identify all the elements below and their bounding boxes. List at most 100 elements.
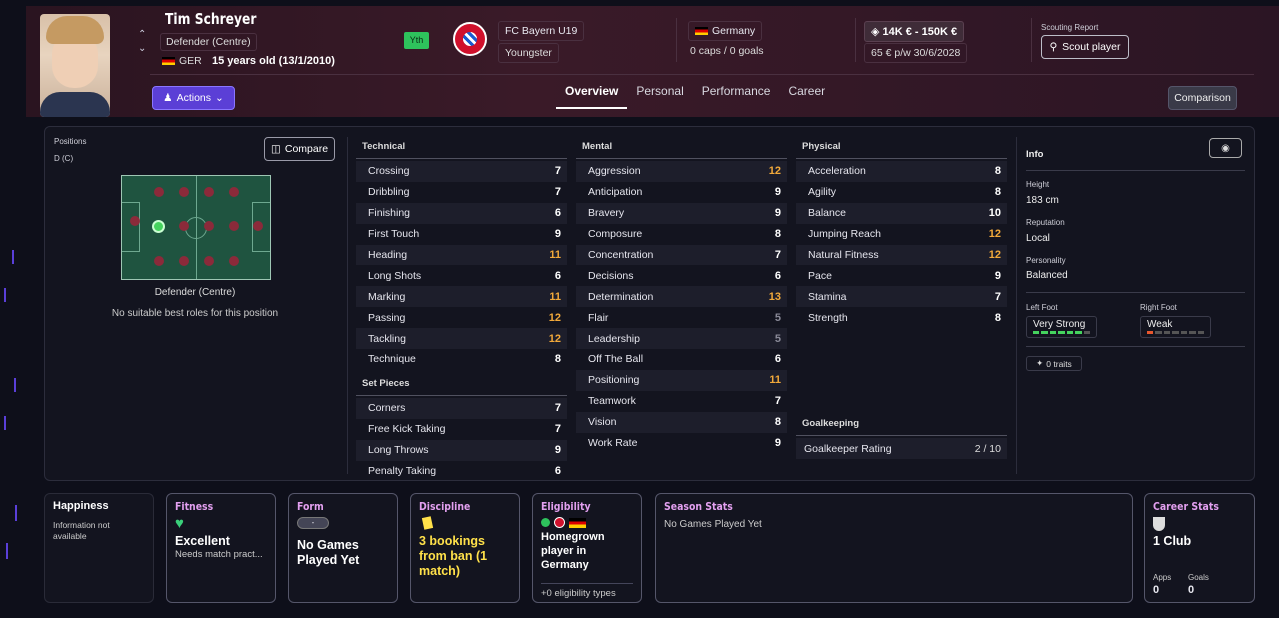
eligibility-card[interactable]: Eligibility Homegrown player in Germany … — [532, 493, 642, 603]
attr-value: 11 — [549, 249, 561, 261]
foot-pip — [1066, 331, 1074, 334]
player-nav-arrows[interactable]: ⌃ ⌄ — [138, 28, 146, 56]
attribute-row[interactable]: Natural Fitness 12 — [796, 244, 1007, 266]
attribute-row[interactable]: Long Shots 6 — [356, 265, 567, 286]
tab-performance[interactable]: Performance — [693, 82, 780, 109]
season-stats-card[interactable]: Season Stats No Games Played Yet — [655, 493, 1133, 603]
attribute-row[interactable]: Concentration 7 — [576, 244, 787, 266]
mental-list: Aggression 12 Anticipation 9 Bravery 9 Composu… — [576, 161, 787, 453]
attribute-row[interactable]: Dribbling 7 — [356, 182, 567, 203]
reputation-label: Reputation — [1026, 218, 1065, 227]
attribute-row[interactable]: Heading 11 — [356, 244, 567, 266]
attribute-row[interactable]: Positioning 11 — [576, 369, 787, 391]
eligibility-icons — [541, 517, 633, 528]
chevron-down-icon: ⌄ — [215, 92, 224, 104]
attribute-row[interactable]: Finishing 6 — [356, 202, 567, 224]
attr-value: 6 — [554, 465, 561, 478]
national-team[interactable]: Germany — [688, 21, 763, 41]
attribute-row[interactable]: Composure 8 — [576, 224, 787, 245]
fitness-card[interactable]: Fitness ♥ Excellent Needs match pract... — [166, 493, 276, 603]
card-title: Happiness — [53, 500, 109, 512]
attribute-row[interactable]: Jumping Reach 12 — [796, 224, 1007, 245]
attribute-row[interactable]: Anticipation 9 — [576, 182, 787, 203]
club-name[interactable]: FC Bayern U19 — [498, 21, 585, 41]
attribute-row[interactable]: Flair 5 — [576, 307, 787, 328]
card-title: Discipline — [419, 500, 471, 513]
attribute-row[interactable]: Stamina 7 — [796, 286, 1007, 308]
attribute-row[interactable]: Free Kick Taking 7 — [356, 419, 567, 440]
attr-value: 12 — [548, 332, 561, 345]
technical-column: Technical Crossing 7 Dribbling 7 Finishing 6 F… — [356, 137, 567, 481]
attribute-row[interactable]: Marking 11 — [356, 286, 567, 308]
divider — [676, 18, 677, 62]
foot-pip — [1147, 331, 1154, 334]
position-dot — [204, 221, 214, 231]
club-logo-icon[interactable] — [453, 22, 487, 56]
attribute-row[interactable]: Acceleration 8 — [796, 161, 1007, 182]
compare-button[interactable]: ◫ Compare — [264, 137, 335, 161]
attribute-row[interactable]: First Touch 9 — [356, 224, 567, 245]
tab-personal[interactable]: Personal — [627, 82, 692, 109]
form-card[interactable]: Form - No Games Played Yet — [288, 493, 398, 603]
chevron-up-icon[interactable]: ⌃ — [138, 28, 146, 42]
rail-mark — [2, 288, 6, 302]
attr-name: Goalkeeper Rating — [804, 442, 892, 455]
attribute-row[interactable]: Determination 13 — [576, 286, 787, 308]
attribute-row[interactable]: Balance 10 — [796, 202, 1007, 224]
attribute-row[interactable]: Leadership 5 — [576, 328, 787, 350]
pitch-caption: Defender (Centre) — [154, 287, 236, 298]
attribute-row[interactable]: Long Throws 9 — [356, 439, 567, 461]
attribute-row[interactable]: Teamwork 7 — [576, 391, 787, 412]
happiness-card[interactable]: Happiness Information not available — [44, 493, 154, 603]
traits-button[interactable]: ✦ 0 traits — [1026, 356, 1082, 371]
tab-overview[interactable]: Overview — [556, 82, 628, 109]
foot-pip — [1163, 331, 1171, 334]
attr-name: Long Shots — [368, 269, 422, 282]
attr-name: Corners — [368, 402, 406, 415]
attribute-row[interactable]: Bravery 9 — [576, 202, 787, 224]
position-dot — [229, 187, 239, 197]
discipline-card[interactable]: Discipline 3 bookings from ban (1 match) — [410, 493, 520, 603]
attr-value: 11 — [769, 374, 781, 387]
caps-goals: 0 caps / 0 goals — [690, 45, 764, 57]
attr-name: Bravery — [588, 207, 625, 220]
chevron-down-icon[interactable]: ⌄ — [138, 42, 146, 56]
attribute-row[interactable]: Decisions 6 — [576, 265, 787, 286]
attr-value: 8 — [994, 165, 1001, 178]
attr-value: 5 — [774, 311, 781, 324]
attribute-row[interactable]: Vision 8 — [576, 411, 787, 433]
left-foot-box: Very Strong — [1026, 316, 1097, 338]
overview-panel: Positions D (C) ◫ Compare Defender (Cent… — [44, 126, 1255, 481]
position-dot — [130, 216, 140, 226]
attr-name: Dribbling — [368, 186, 410, 199]
career-stats-card[interactable]: Career Stats 1 Club Apps 0 Goals 0 — [1144, 493, 1255, 603]
attribute-row[interactable]: Off The Ball 6 — [576, 349, 787, 370]
attr-name: Marking — [368, 290, 406, 303]
attr-value: 12 — [768, 165, 781, 178]
attribute-row[interactable]: Agility 8 — [796, 182, 1007, 203]
sparkle-icon: ✦ — [1036, 358, 1044, 368]
attribute-row[interactable]: Tackling 12 — [356, 328, 567, 350]
person-view-icon[interactable]: ◉ — [1209, 138, 1242, 158]
personality-value: Balanced — [1026, 270, 1068, 281]
position-dot-selected — [152, 220, 165, 233]
actions-button[interactable]: ♟ Actions ⌄ — [152, 86, 235, 110]
attribute-row[interactable]: Corners 7 — [356, 397, 567, 419]
attr-name: Crossing — [368, 165, 410, 178]
career-clubs: 1 Club — [1153, 534, 1192, 548]
attribute-row[interactable]: Work Rate 9 — [576, 433, 787, 454]
scout-player-button[interactable]: ⚲ Scout player — [1041, 35, 1129, 59]
attribute-row[interactable]: Strength 8 — [796, 307, 1007, 328]
rail-mark — [13, 505, 17, 521]
tab-career[interactable]: Career — [779, 82, 834, 109]
attribute-row[interactable]: Penalty Taking 6 — [356, 461, 567, 482]
best-roles-note: No suitable best roles for this position — [111, 308, 279, 319]
comparison-button[interactable]: Comparison — [1168, 86, 1237, 110]
attribute-row[interactable]: Aggression 12 — [576, 161, 787, 182]
foot-pip — [1058, 331, 1065, 334]
attribute-row[interactable]: Technique 8 — [356, 349, 567, 370]
attribute-row[interactable]: Pace 9 — [796, 265, 1007, 286]
attribute-row[interactable]: Passing 12 — [356, 307, 567, 328]
attribute-row[interactable]: Crossing 7 — [356, 161, 567, 182]
discipline-value: 3 bookings from ban (1 match) — [419, 534, 488, 578]
